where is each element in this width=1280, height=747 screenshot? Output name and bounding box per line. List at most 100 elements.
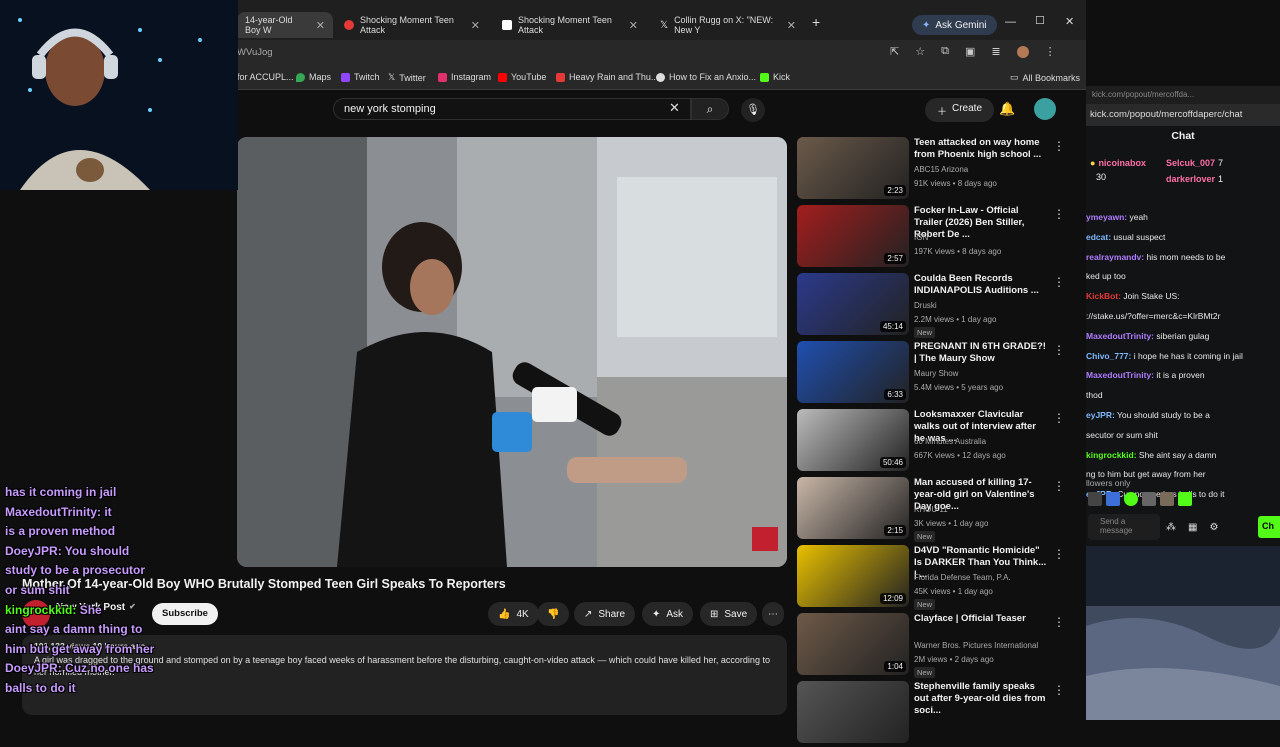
like-button[interactable]: 👍 4K bbox=[488, 602, 539, 626]
video-thumbnail[interactable]: 1:04 bbox=[797, 613, 909, 675]
recommendation-item[interactable]: 12:09 D4VD "Romantic Homicide" Is DARKER … bbox=[797, 545, 1077, 611]
video-thumbnail[interactable]: 45:14 bbox=[797, 273, 909, 335]
leader-name[interactable]: Selcuk_007 bbox=[1166, 158, 1215, 168]
recommendation-channel[interactable]: Warner Bros. Pictures International bbox=[914, 641, 1038, 650]
recommendation-item[interactable]: 2:15 Man accused of killing 17-year-old g… bbox=[797, 477, 1077, 543]
emote-icon[interactable] bbox=[1142, 492, 1156, 506]
close-tab-icon[interactable]: ✕ bbox=[316, 19, 325, 32]
share-button[interactable]: ↗ Share bbox=[574, 602, 636, 626]
chat-username[interactable]: edcat: bbox=[1086, 232, 1111, 242]
recommendation-channel[interactable]: Florida Defense Team, P.A. bbox=[914, 573, 1011, 582]
dislike-button[interactable]: 👎 bbox=[537, 602, 570, 626]
bookmark-youtube[interactable]: YouTube bbox=[498, 72, 546, 82]
video-thumbnail[interactable]: 50:46 bbox=[797, 409, 909, 471]
bookmark-star-icon[interactable]: ☆ bbox=[915, 45, 925, 58]
url-field[interactable]: WVuJog bbox=[237, 47, 273, 58]
tab-shocking-moment-1[interactable]: Shocking Moment Teen Attack ✕ bbox=[336, 12, 488, 38]
recommendation-title[interactable]: Coulda Been Records INDIANAPOLIS Auditio… bbox=[914, 273, 1049, 297]
more-options-icon[interactable]: ⋮ bbox=[1053, 139, 1065, 153]
settings-gear-icon[interactable]: ⚙ bbox=[1209, 522, 1218, 533]
recommendation-title[interactable]: Clayface | Official Teaser bbox=[914, 613, 1049, 625]
bookmark-twitch[interactable]: Twitch bbox=[341, 72, 380, 82]
recommendation-item[interactable]: 2:23 Teen attacked on way home from Phoen… bbox=[797, 137, 1077, 203]
leader-name[interactable]: darkerlover bbox=[1166, 174, 1215, 184]
minimize-icon[interactable]: — bbox=[1005, 16, 1016, 28]
more-options-icon[interactable]: ⋮ bbox=[1053, 207, 1065, 221]
reading-list-icon[interactable]: ≣ bbox=[991, 45, 1000, 58]
send-message-input[interactable]: Send a message bbox=[1088, 514, 1160, 540]
close-tab-icon[interactable]: ✕ bbox=[787, 19, 796, 32]
recommendation-title[interactable]: Stephenville family speaks out after 9-y… bbox=[914, 681, 1049, 717]
chat-username[interactable]: MaxedoutTrinity: bbox=[1086, 370, 1154, 380]
user-avatar[interactable] bbox=[1034, 98, 1056, 120]
media-icon[interactable]: ▣ bbox=[965, 45, 975, 58]
chat-username[interactable]: KickBot: bbox=[1086, 291, 1121, 301]
video-thumbnail[interactable]: 6:33 bbox=[797, 341, 909, 403]
maximize-icon[interactable]: ☐ bbox=[1035, 14, 1045, 27]
video-player[interactable] bbox=[237, 137, 787, 567]
extensions-icon[interactable]: ⧉ bbox=[941, 45, 949, 58]
bookmark-accupl[interactable]: for ACCUPL... bbox=[237, 72, 294, 82]
recommendation-channel[interactable]: ABC15 Arizona bbox=[914, 165, 968, 174]
leader-name[interactable]: nicoinabox bbox=[1098, 158, 1146, 168]
chat-username[interactable]: realraymandv: bbox=[1086, 252, 1144, 262]
more-options-icon[interactable]: ⋮ bbox=[1053, 275, 1065, 289]
recommendation-title[interactable]: Teen attacked on way home from Phoenix h… bbox=[914, 137, 1049, 161]
new-tab-button[interactable]: + bbox=[812, 14, 820, 30]
more-options-icon[interactable]: ⋮ bbox=[1053, 479, 1065, 493]
recommendation-item[interactable]: 2:57 Focker In-Law - Official Trailer (20… bbox=[797, 205, 1077, 271]
recommendation-item[interactable]: 50:46 Looksmaxxer Clavicular walks out of… bbox=[797, 409, 1077, 475]
subscribe-button[interactable]: Subscribe bbox=[152, 603, 218, 625]
emote-icon[interactable] bbox=[1160, 492, 1174, 506]
more-options-icon[interactable]: ⋮ bbox=[1053, 615, 1065, 629]
profile-avatar[interactable] bbox=[1016, 46, 1029, 58]
cast-icon[interactable]: ⇱ bbox=[890, 45, 899, 58]
video-thumbnail[interactable]: 2:23 bbox=[797, 137, 909, 199]
tab-shocking-moment-2[interactable]: Shocking Moment Teen Attack ✕ bbox=[494, 12, 646, 38]
clear-search-icon[interactable]: ✕ bbox=[669, 100, 680, 116]
all-bookmarks-button[interactable]: ▭ All Bookmarks bbox=[1010, 72, 1080, 83]
bookmark-maps[interactable]: Maps bbox=[296, 72, 331, 82]
recommendation-channel[interactable]: 60 Minutes Australia bbox=[914, 437, 986, 446]
microphone-icon[interactable]: 🎙 bbox=[741, 98, 765, 122]
chat-username[interactable]: Chivo_777: bbox=[1086, 351, 1131, 361]
chat-username[interactable]: kingrockkid: bbox=[1086, 450, 1137, 460]
chat-username[interactable]: MaxedoutTrinity: bbox=[1086, 331, 1154, 341]
more-actions-button[interactable]: ⋯ bbox=[762, 602, 784, 626]
ask-gemini-button[interactable]: ✦ Ask Gemini bbox=[912, 15, 997, 35]
recommendation-channel[interactable]: Druski bbox=[914, 301, 937, 310]
chat-username[interactable]: eyJPR: bbox=[1086, 410, 1115, 420]
recommendation-channel[interactable]: Maury Show bbox=[914, 369, 958, 378]
emote-icon[interactable] bbox=[1088, 492, 1102, 506]
recommendation-channel[interactable]: KHOU 11 bbox=[914, 505, 948, 514]
more-options-icon[interactable]: ⋮ bbox=[1053, 343, 1065, 357]
emote-icon[interactable] bbox=[1178, 492, 1192, 506]
chat-username[interactable]: ymeyawn: bbox=[1086, 212, 1127, 222]
bookmark-twitter[interactable]: 𝕏 Twitter bbox=[388, 72, 426, 83]
close-tab-icon[interactable]: ✕ bbox=[629, 19, 638, 32]
video-thumbnail[interactable]: 2:15 bbox=[797, 477, 909, 539]
recommendation-item[interactable]: Stephenville family speaks out after 9-y… bbox=[797, 681, 1077, 747]
recommendation-item[interactable]: 45:14 Coulda Been Records INDIANAPOLIS Au… bbox=[797, 273, 1077, 339]
emote-icon[interactable] bbox=[1106, 492, 1120, 506]
bookmark-anxiety[interactable]: How to Fix an Anxio... bbox=[656, 72, 756, 82]
chat-url-field[interactable]: kick.com/popout/mercoffdaperc/chat bbox=[1086, 104, 1280, 126]
video-thumbnail[interactable] bbox=[797, 681, 909, 743]
bookmark-heavy-rain[interactable]: Heavy Rain and Thu... bbox=[556, 72, 658, 82]
recommendation-title[interactable]: PREGNANT IN 6TH GRADE?! | The Maury Show bbox=[914, 341, 1049, 365]
recommendation-item[interactable]: 1:04 Clayface | Official Teaser Warner Bro… bbox=[797, 613, 1077, 679]
more-options-icon[interactable]: ⋮ bbox=[1053, 411, 1065, 425]
bookmark-instagram[interactable]: Instagram bbox=[438, 72, 491, 82]
video-thumbnail[interactable]: 12:09 bbox=[797, 545, 909, 607]
more-options-icon[interactable]: ⋮ bbox=[1053, 547, 1065, 561]
search-input[interactable]: new york stomping bbox=[333, 98, 691, 120]
close-tab-icon[interactable]: ✕ bbox=[471, 19, 480, 32]
more-menu-icon[interactable]: ⋮ bbox=[1045, 45, 1056, 58]
gift-icon[interactable]: ▦ bbox=[1188, 522, 1197, 533]
video-thumbnail[interactable]: 2:57 bbox=[797, 205, 909, 267]
save-button[interactable]: ⊞ Save bbox=[700, 602, 758, 626]
tab-collin-rugg[interactable]: 𝕏 Collin Rugg on X: "NEW: New Y ✕ bbox=[652, 12, 804, 38]
recommendation-title[interactable]: Focker In-Law - Official Trailer (2026) … bbox=[914, 205, 1049, 241]
emote-icon[interactable] bbox=[1124, 492, 1138, 506]
points-icon[interactable]: ⁂ bbox=[1166, 522, 1176, 533]
